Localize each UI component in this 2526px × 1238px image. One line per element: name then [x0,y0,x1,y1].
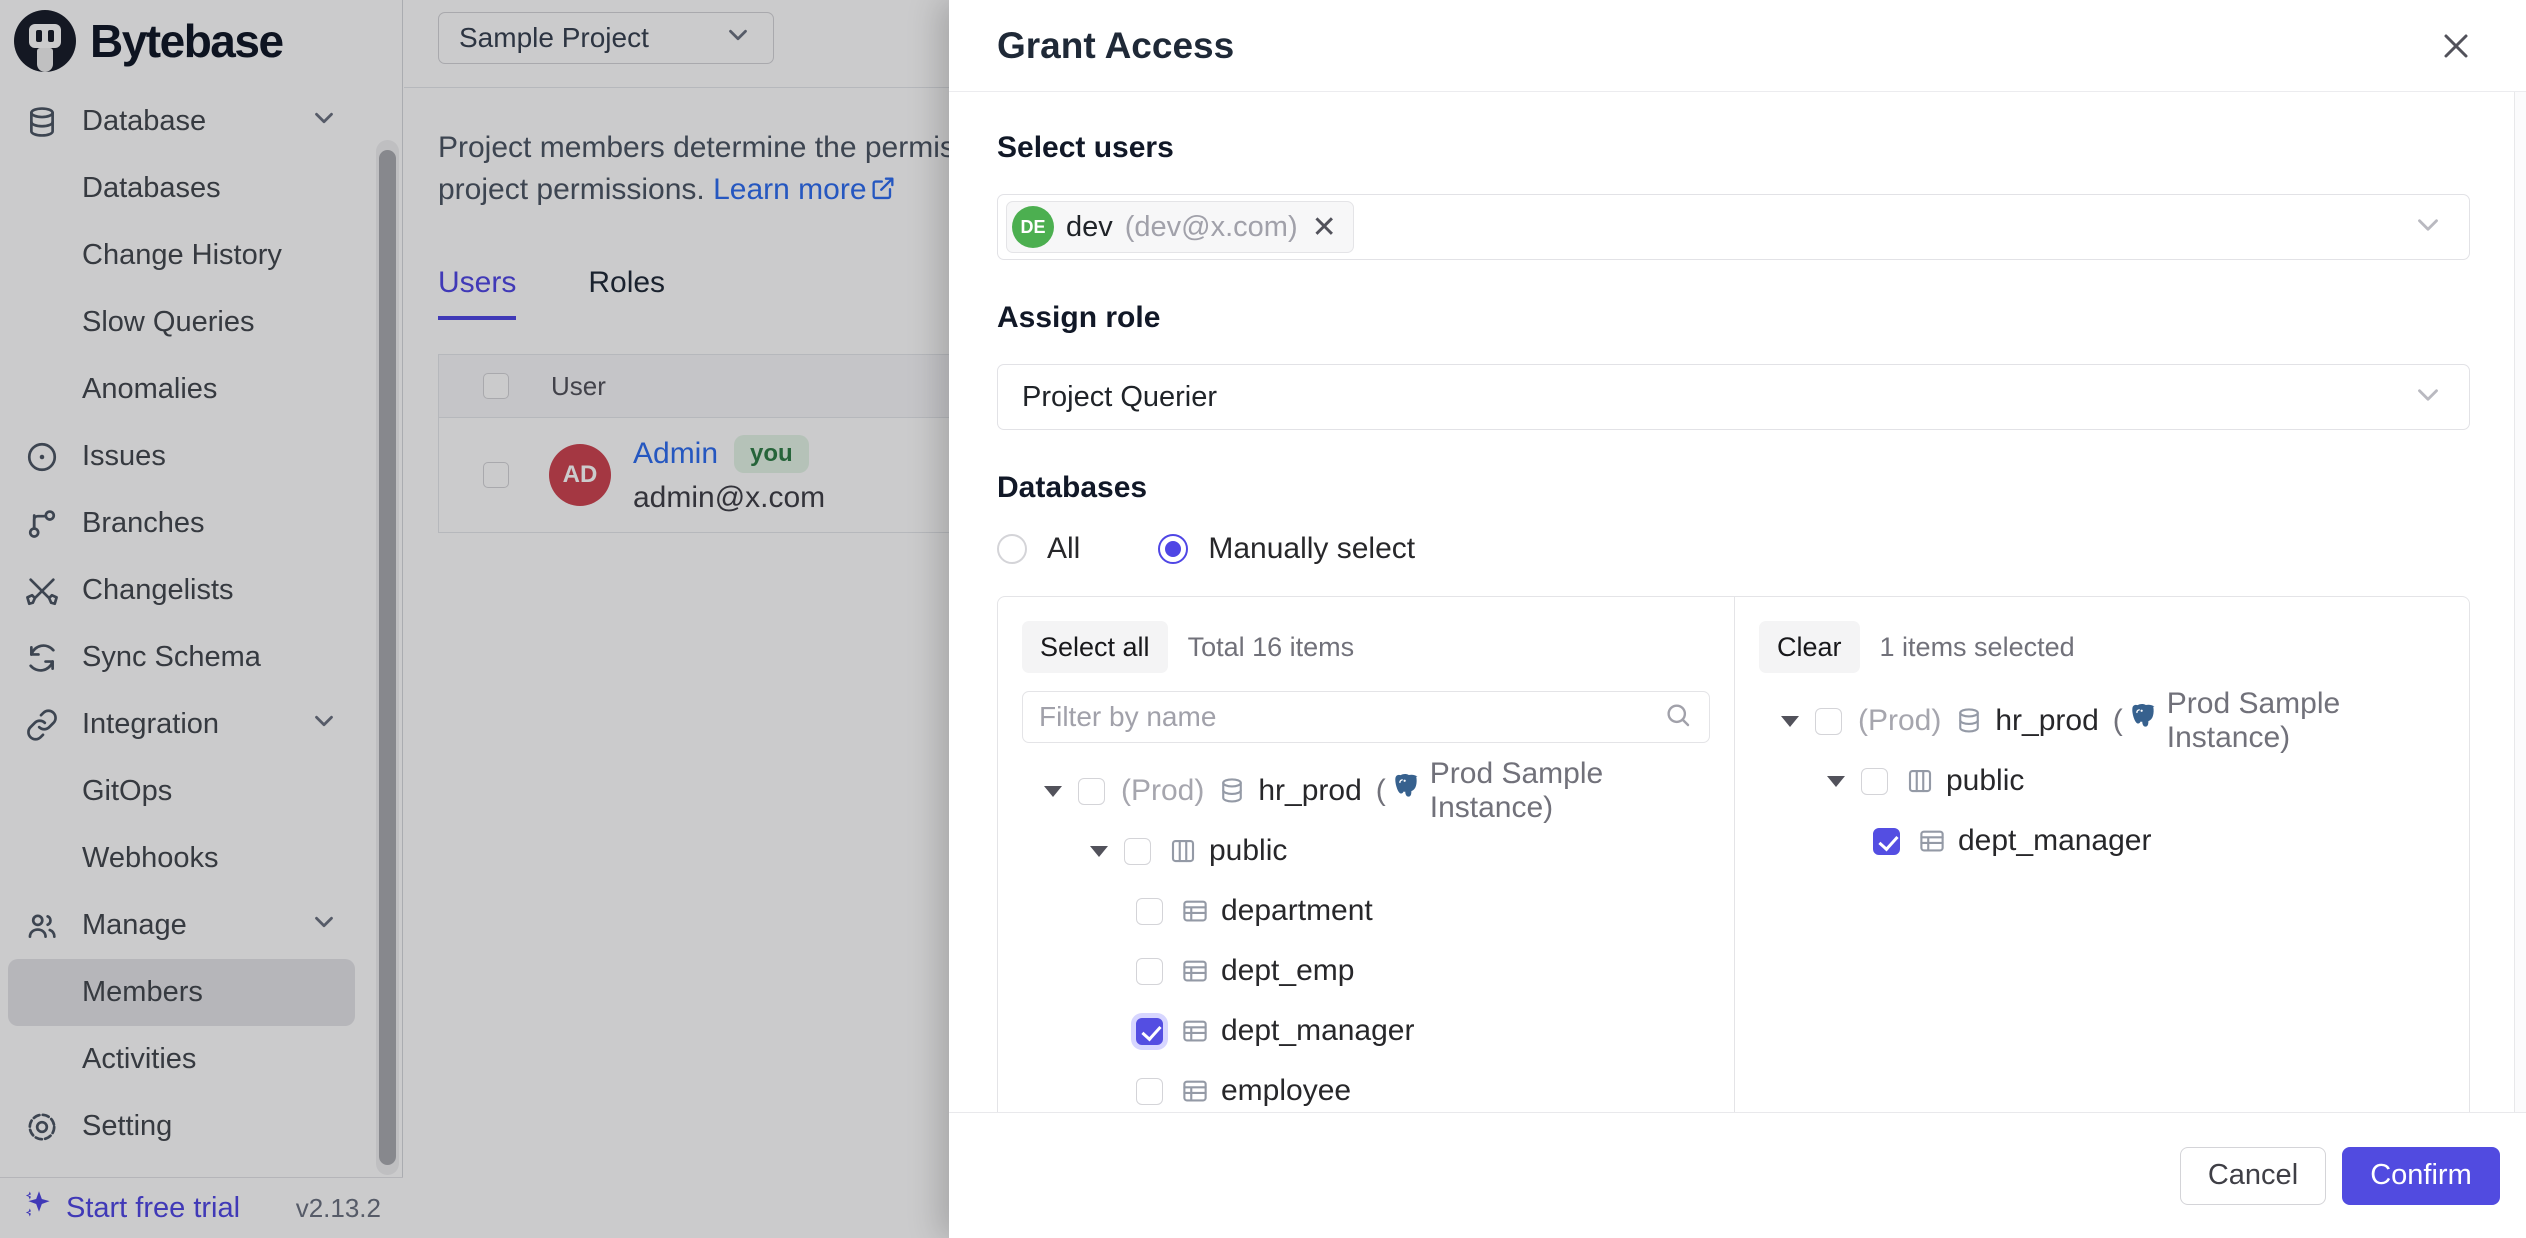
filter-input[interactable] [1039,701,1663,733]
drawer-title: Grant Access [997,25,1234,67]
transfer-selected-pane: Clear 1 items selected (Prod) hr_prod ( [1735,597,2469,1112]
table-icon [1179,956,1210,987]
close-icon[interactable] [2434,24,2478,68]
postgresql-icon [1393,771,1423,811]
drawer-body: Select users DE dev (dev@x.com) ✕ Assign… [949,92,2526,1112]
chip-remove-icon[interactable]: ✕ [1310,210,1339,245]
tree-checkbox[interactable] [1136,958,1163,985]
confirm-button[interactable]: Confirm [2342,1147,2500,1205]
tree-row-table: employee [1022,1061,1710,1112]
radio-icon [997,534,1027,564]
grant-access-drawer: Grant Access Select users DE dev (dev@x.… [949,0,2526,1238]
table-icon [1916,826,1947,857]
tree-checkbox[interactable] [1861,768,1888,795]
tree-checkbox[interactable] [1078,778,1105,805]
table-icon [1179,896,1210,927]
tree-checkbox[interactable] [1136,1078,1163,1105]
role-select[interactable]: Project Querier [997,364,2470,430]
clear-button[interactable]: Clear [1759,621,1860,673]
database-transfer-panel: Select all Total 16 items (Prod) [997,596,2470,1112]
tree-checkbox[interactable] [1124,838,1151,865]
tree-row-table-selected: dept_manager [1759,811,2445,871]
database-icon [1216,776,1247,807]
radio-icon-selected [1158,534,1188,564]
tree-checkbox[interactable] [1136,898,1163,925]
drawer-footer: Cancel Confirm [949,1112,2526,1238]
caret-down-icon[interactable] [1044,786,1062,797]
postgresql-icon [2130,701,2160,741]
chevron-down-icon [2411,208,2445,247]
assign-role-label: Assign role [997,300,2470,336]
tree-row-schema: public [1759,751,2445,811]
tree-checkbox-checked[interactable] [1136,1018,1163,1045]
radio-manually-select[interactable]: Manually select [1158,532,1415,566]
select-all-button[interactable]: Select all [1022,621,1168,673]
tree-row-table-selected: dept_manager [1022,1001,1710,1061]
user-select[interactable]: DE dev (dev@x.com) ✕ [997,194,2470,260]
tree-checkbox[interactable] [1815,708,1842,735]
selected-count: 1 items selected [1880,632,2075,663]
tree-row-table: dept_emp [1022,941,1710,1001]
instance-suffix: ( Prod Sample Instance) [1376,757,1710,825]
select-users-label: Select users [997,130,2470,166]
cancel-button[interactable]: Cancel [2180,1147,2326,1205]
table-icon [1179,1076,1210,1107]
modal-overlay[interactable] [0,0,949,1238]
tree-checkbox-checked[interactable] [1873,828,1900,855]
table-icon [1179,1016,1210,1047]
tree-row-instance: (Prod) hr_prod ( Prod Sample Instance) [1759,691,2445,751]
schema-icon [1904,766,1935,797]
drawer-header: Grant Access [949,0,2526,92]
selected-tree: (Prod) hr_prod ( Prod Sample Instance) [1759,691,2445,871]
tree-row-table: department [1022,881,1710,941]
caret-down-icon[interactable] [1090,846,1108,857]
user-chip: DE dev (dev@x.com) ✕ [1006,201,1354,253]
caret-down-icon[interactable] [1781,716,1799,727]
app: Bytebase Database Databases Change Histo… [0,0,2526,1238]
chip-avatar: DE [1012,206,1054,248]
instance-suffix: ( Prod Sample Instance) [2113,687,2445,755]
database-icon [1953,706,1984,737]
tree-row-instance: (Prod) hr_prod ( Prod Sample Instance) [1022,761,1710,821]
transfer-source-pane: Select all Total 16 items (Prod) [998,597,1735,1112]
source-tree: (Prod) hr_prod ( Prod Sample Instance) [1022,761,1710,1112]
search-icon [1663,700,1693,735]
drawer-scrollbar-gutter[interactable] [2514,92,2526,1112]
radio-all[interactable]: All [997,532,1080,566]
filter-input-wrap [1022,691,1710,743]
chevron-down-icon [2411,378,2445,417]
caret-down-icon[interactable] [1827,776,1845,787]
tree-row-schema: public [1022,821,1710,881]
databases-label: Databases [997,470,2470,506]
database-scope-radios: All Manually select [997,532,2470,566]
schema-icon [1167,836,1198,867]
total-count: Total 16 items [1188,632,1355,663]
